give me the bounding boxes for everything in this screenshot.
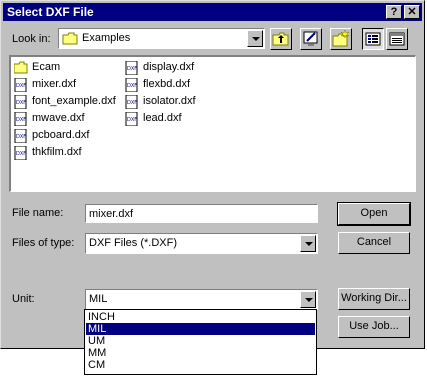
details-view-icon bbox=[389, 32, 405, 46]
folder-icon bbox=[62, 32, 78, 45]
files-of-type-label: Files of type: bbox=[12, 237, 75, 249]
folder-icon bbox=[14, 61, 28, 74]
unit-dropdown-button[interactable] bbox=[300, 291, 316, 308]
dxf-file-icon: DXF bbox=[125, 95, 138, 109]
details-view-button[interactable] bbox=[386, 28, 408, 50]
unit-value: MIL bbox=[89, 293, 108, 305]
svg-text:DXF: DXF bbox=[127, 83, 137, 89]
unit-combo[interactable]: MIL bbox=[85, 289, 318, 310]
svg-text:DXF: DXF bbox=[16, 83, 26, 89]
files-of-type-combo[interactable]: DXF Files (*.DXF) bbox=[85, 233, 318, 254]
svg-text:DXF: DXF bbox=[16, 117, 26, 123]
up-one-level-button[interactable] bbox=[270, 28, 292, 50]
file-name-text: pcboard.dxf bbox=[32, 129, 90, 141]
working-dir-button[interactable]: Working Dir... bbox=[338, 288, 410, 310]
file-name-text: mwave.dxf bbox=[32, 112, 85, 124]
svg-text:DXF: DXF bbox=[127, 100, 137, 106]
dxf-file-icon: DXF bbox=[14, 78, 27, 92]
svg-text:DXF: DXF bbox=[16, 151, 26, 157]
window-title: Select DXF File bbox=[7, 5, 94, 19]
look-in-value: Examples bbox=[82, 32, 131, 44]
desktop-button[interactable] bbox=[300, 28, 322, 50]
file-name-text: lead.dxf bbox=[143, 112, 182, 124]
svg-text:DXF: DXF bbox=[127, 66, 137, 72]
dxf-file-icon: DXF bbox=[14, 95, 27, 109]
file-name-label: File name: bbox=[12, 207, 64, 219]
unit-option-cm[interactable]: CM bbox=[86, 359, 315, 371]
unit-option-mil[interactable]: MIL bbox=[86, 323, 315, 335]
up-folder-icon bbox=[272, 32, 289, 46]
new-folder-icon bbox=[332, 29, 350, 47]
look-in-dropdown-button[interactable] bbox=[247, 30, 263, 47]
desktop-icon bbox=[303, 31, 318, 46]
dxf-file-icon: DXF bbox=[125, 78, 138, 92]
file-list[interactable]: Ecam DXF mixer.dxf DXF font_example.dxf … bbox=[9, 55, 416, 192]
look-in-combo[interactable]: Examples bbox=[58, 28, 265, 49]
unit-dropdown-list[interactable]: INCH MIL UM MM CM bbox=[84, 309, 317, 375]
file-name-text: font_example.dxf bbox=[32, 95, 116, 107]
files-of-type-value: DXF Files (*.DXF) bbox=[89, 237, 177, 249]
file-name-text: isolator.dxf bbox=[143, 95, 196, 107]
file-name-text: mixer.dxf bbox=[32, 78, 77, 90]
unit-option-mm[interactable]: MM bbox=[86, 347, 315, 359]
look-in-label: Look in: bbox=[12, 33, 51, 45]
help-button[interactable]: ? bbox=[386, 5, 402, 19]
open-button[interactable]: Open bbox=[337, 202, 411, 226]
list-view-icon bbox=[365, 32, 381, 46]
unit-label: Unit: bbox=[12, 293, 35, 305]
file-name-text: Ecam bbox=[32, 61, 61, 73]
cancel-button[interactable]: Cancel bbox=[338, 232, 410, 254]
file-name-value: mixer.dxf bbox=[89, 208, 134, 220]
files-of-type-dropdown-button[interactable] bbox=[300, 235, 316, 252]
dxf-file-icon: DXF bbox=[14, 129, 27, 143]
use-job-button[interactable]: Use Job... bbox=[338, 316, 410, 338]
svg-text:DXF: DXF bbox=[16, 134, 26, 140]
dxf-file-icon: DXF bbox=[125, 61, 138, 75]
title-bar[interactable]: Select DXF File ? ✕ bbox=[3, 3, 422, 21]
list-view-button[interactable] bbox=[362, 28, 384, 50]
file-name-text: flexbd.dxf bbox=[143, 78, 191, 90]
unit-option-inch[interactable]: INCH bbox=[86, 311, 315, 323]
dxf-file-icon: DXF bbox=[14, 112, 27, 126]
file-name-input[interactable]: mixer.dxf bbox=[85, 204, 318, 223]
create-new-folder-button[interactable] bbox=[330, 28, 352, 50]
dxf-file-icon: DXF bbox=[14, 146, 27, 160]
select-dxf-dialog: Select DXF File ? ✕ Look in: Examples Ec… bbox=[0, 0, 425, 349]
file-name-text: thkfilm.dxf bbox=[32, 146, 82, 158]
unit-option-um[interactable]: UM bbox=[86, 335, 315, 347]
dxf-file-icon: DXF bbox=[125, 112, 138, 126]
svg-text:DXF: DXF bbox=[16, 100, 26, 106]
close-button[interactable]: ✕ bbox=[404, 5, 420, 19]
file-name-text: display.dxf bbox=[143, 61, 195, 73]
svg-text:DXF: DXF bbox=[127, 117, 137, 123]
